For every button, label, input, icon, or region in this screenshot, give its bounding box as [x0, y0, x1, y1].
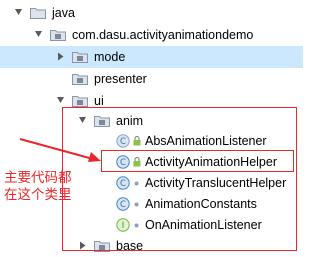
tree-row-package-root[interactable]: com.dasu.activityanimationdemo — [0, 24, 303, 46]
class-icon: C — [116, 197, 130, 211]
chevron-expanded-icon[interactable] — [14, 8, 23, 17]
package-folder-icon — [72, 52, 88, 63]
abstract-class-icon: C — [116, 134, 130, 148]
svg-text:C: C — [120, 179, 126, 189]
tree-row-label: ActivityTranslucentHelper — [145, 176, 287, 190]
class-icon: C — [116, 176, 130, 190]
svg-text:C: C — [120, 137, 126, 147]
chevron-collapsed-icon[interactable] — [56, 52, 65, 61]
interface-icon: I — [116, 218, 130, 232]
tree-row-ui[interactable]: ui — [0, 90, 303, 112]
svg-text:C: C — [120, 158, 126, 168]
tree-row-base[interactable]: base — [0, 235, 303, 257]
tree-row-label: com.dasu.activityanimationdemo — [72, 28, 254, 42]
svg-text:C: C — [120, 200, 126, 210]
lock-icon — [133, 157, 141, 167]
source-folder-icon — [30, 8, 46, 19]
dot-icon — [134, 223, 139, 228]
lock-icon — [133, 136, 141, 146]
tree-row-label: base — [116, 239, 144, 253]
tree-row-onanimationlistener[interactable]: I OnAnimationListener — [0, 214, 303, 236]
tree-row-label: OnAnimationListener — [145, 218, 262, 232]
tree-row-label: anim — [116, 114, 144, 128]
tree-row-presenter[interactable]: presenter — [0, 68, 303, 90]
class-icon: C — [116, 155, 130, 169]
chevron-expanded-icon[interactable] — [56, 96, 65, 105]
tree-row-label: mode — [94, 50, 126, 64]
package-folder-icon — [50, 30, 66, 41]
package-folder-icon — [94, 241, 110, 252]
tree-row-anim[interactable]: anim — [0, 110, 303, 132]
svg-text:I: I — [122, 221, 125, 231]
tree-row-label: AnimationConstants — [145, 197, 257, 211]
package-folder-icon — [72, 96, 88, 107]
tree-row-java[interactable]: java — [0, 2, 303, 24]
chevron-expanded-icon[interactable] — [78, 116, 87, 125]
dot-icon — [134, 202, 139, 207]
package-folder-icon — [72, 74, 88, 85]
dot-icon — [134, 181, 139, 186]
tree-row-absanimationlistener[interactable]: C AbsAnimationListener — [0, 130, 303, 152]
package-folder-icon — [94, 116, 110, 127]
tree-row-label: presenter — [94, 72, 147, 86]
chevron-collapsed-icon[interactable] — [78, 241, 87, 250]
tree-row-label: AbsAnimationListener — [145, 134, 267, 148]
tree-row-label: ActivityAnimationHelper — [145, 155, 277, 169]
chevron-expanded-icon[interactable] — [34, 30, 43, 39]
annotation-text: 主要代码都在这个类里 — [4, 170, 72, 203]
tree-row-mode[interactable]: mode — [0, 46, 303, 68]
tree-row-label: java — [52, 6, 75, 20]
tree-row-label: ui — [94, 94, 104, 108]
